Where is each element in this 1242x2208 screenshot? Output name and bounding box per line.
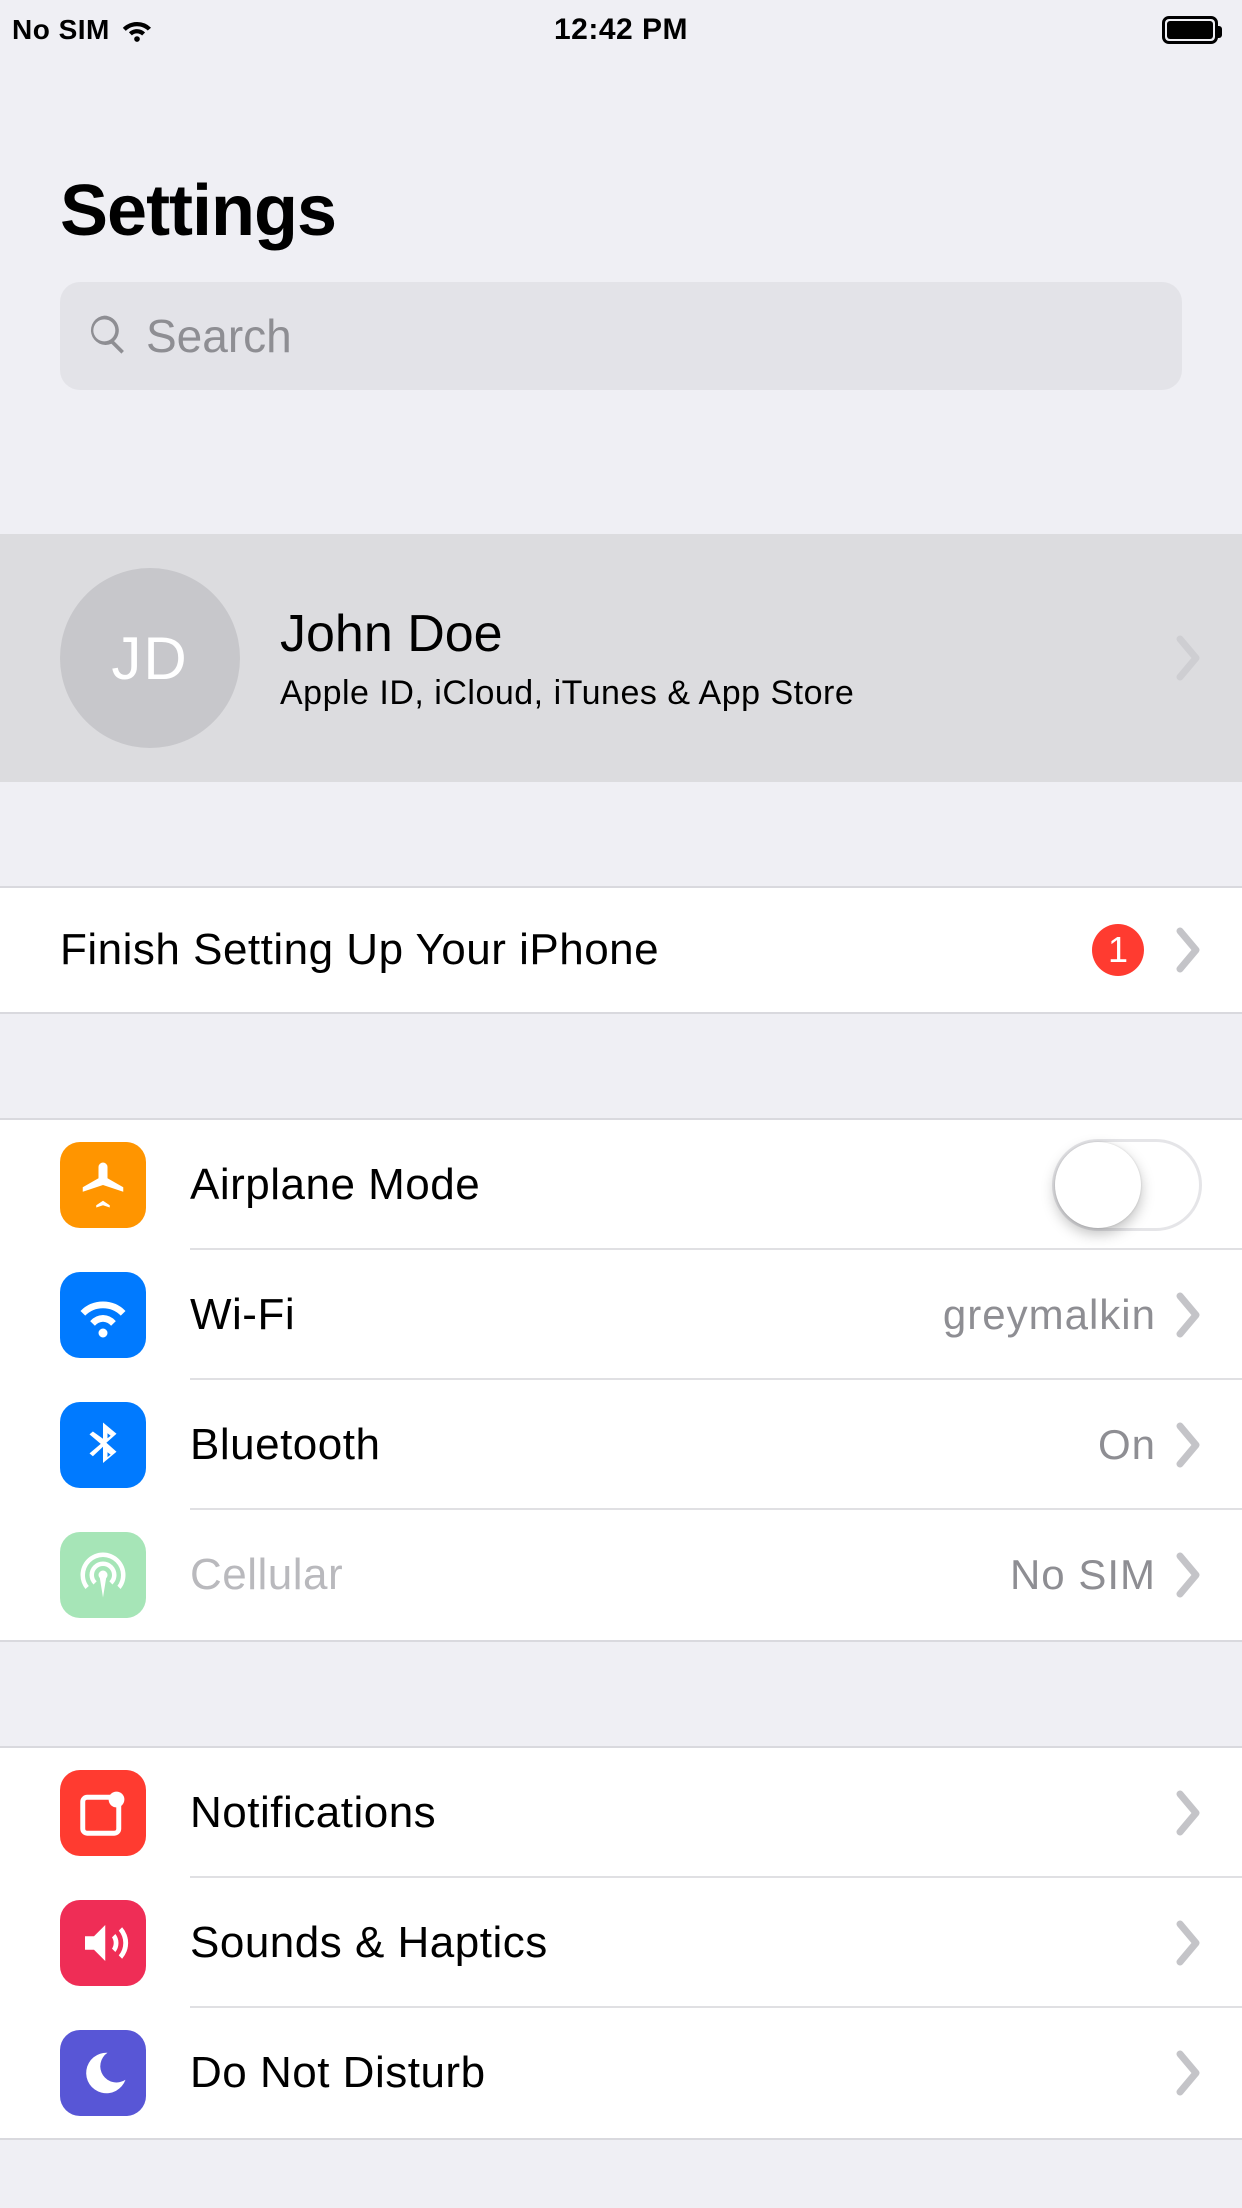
airplane-toggle[interactable] — [1052, 1139, 1202, 1231]
wifi-label: Wi-Fi — [190, 1290, 295, 1340]
bluetooth-label: Bluetooth — [190, 1420, 380, 1470]
sounds-row[interactable]: Sounds & Haptics — [0, 1878, 1242, 2008]
chevron-icon — [1174, 1422, 1202, 1468]
wifi-row[interactable]: Wi-Fi greymalkin — [0, 1250, 1242, 1380]
chevron-icon — [1174, 927, 1202, 973]
apple-id-name: John Doe — [280, 604, 854, 664]
cellular-value: No SIM — [1010, 1551, 1156, 1599]
apple-id-row[interactable]: JD John Doe Apple ID, iCloud, iTunes & A… — [0, 534, 1242, 782]
status-bar: No SIM 12:42 PM — [0, 0, 1242, 60]
search-input[interactable] — [146, 309, 1156, 363]
chevron-icon — [1174, 1790, 1202, 1836]
dnd-label: Do Not Disturb — [190, 2048, 486, 2098]
chevron-icon — [1174, 635, 1202, 681]
apple-id-sub: Apple ID, iCloud, iTunes & App Store — [280, 674, 854, 713]
dnd-row[interactable]: Do Not Disturb — [0, 2008, 1242, 2138]
wifi-value: greymalkin — [943, 1291, 1156, 1339]
cellular-row[interactable]: Cellular No SIM — [0, 1510, 1242, 1640]
airplane-icon — [60, 1142, 146, 1228]
avatar: JD — [60, 568, 240, 748]
notifications-row[interactable]: Notifications — [0, 1748, 1242, 1878]
clock: 12:42 PM — [554, 13, 688, 47]
settings-header: Settings — [0, 60, 1242, 390]
bluetooth-row[interactable]: Bluetooth On — [0, 1380, 1242, 1510]
battery-icon — [1162, 16, 1218, 44]
search-field[interactable] — [60, 282, 1182, 390]
airplane-mode-row[interactable]: Airplane Mode — [0, 1120, 1242, 1250]
chevron-icon — [1174, 1920, 1202, 1966]
search-icon — [86, 312, 130, 361]
finish-setup-label: Finish Setting Up Your iPhone — [60, 925, 659, 975]
bluetooth-icon — [60, 1402, 146, 1488]
cellular-icon — [60, 1532, 146, 1618]
sounds-icon — [60, 1900, 146, 1986]
notifications-icon — [60, 1770, 146, 1856]
carrier-label: No SIM — [12, 14, 110, 46]
sounds-label: Sounds & Haptics — [190, 1918, 548, 1968]
notification-badge: 1 — [1092, 924, 1144, 976]
bluetooth-value: On — [1098, 1421, 1156, 1469]
wifi-icon — [120, 10, 154, 51]
chevron-icon — [1174, 2050, 1202, 2096]
cellular-label: Cellular — [190, 1550, 343, 1600]
chevron-icon — [1174, 1292, 1202, 1338]
notifications-label: Notifications — [190, 1788, 436, 1838]
airplane-label: Airplane Mode — [190, 1160, 480, 1210]
page-title: Settings — [60, 170, 1182, 252]
wifi-icon — [60, 1272, 146, 1358]
finish-setup-row[interactable]: Finish Setting Up Your iPhone 1 — [0, 888, 1242, 1012]
chevron-icon — [1174, 1552, 1202, 1598]
moon-icon — [60, 2030, 146, 2116]
